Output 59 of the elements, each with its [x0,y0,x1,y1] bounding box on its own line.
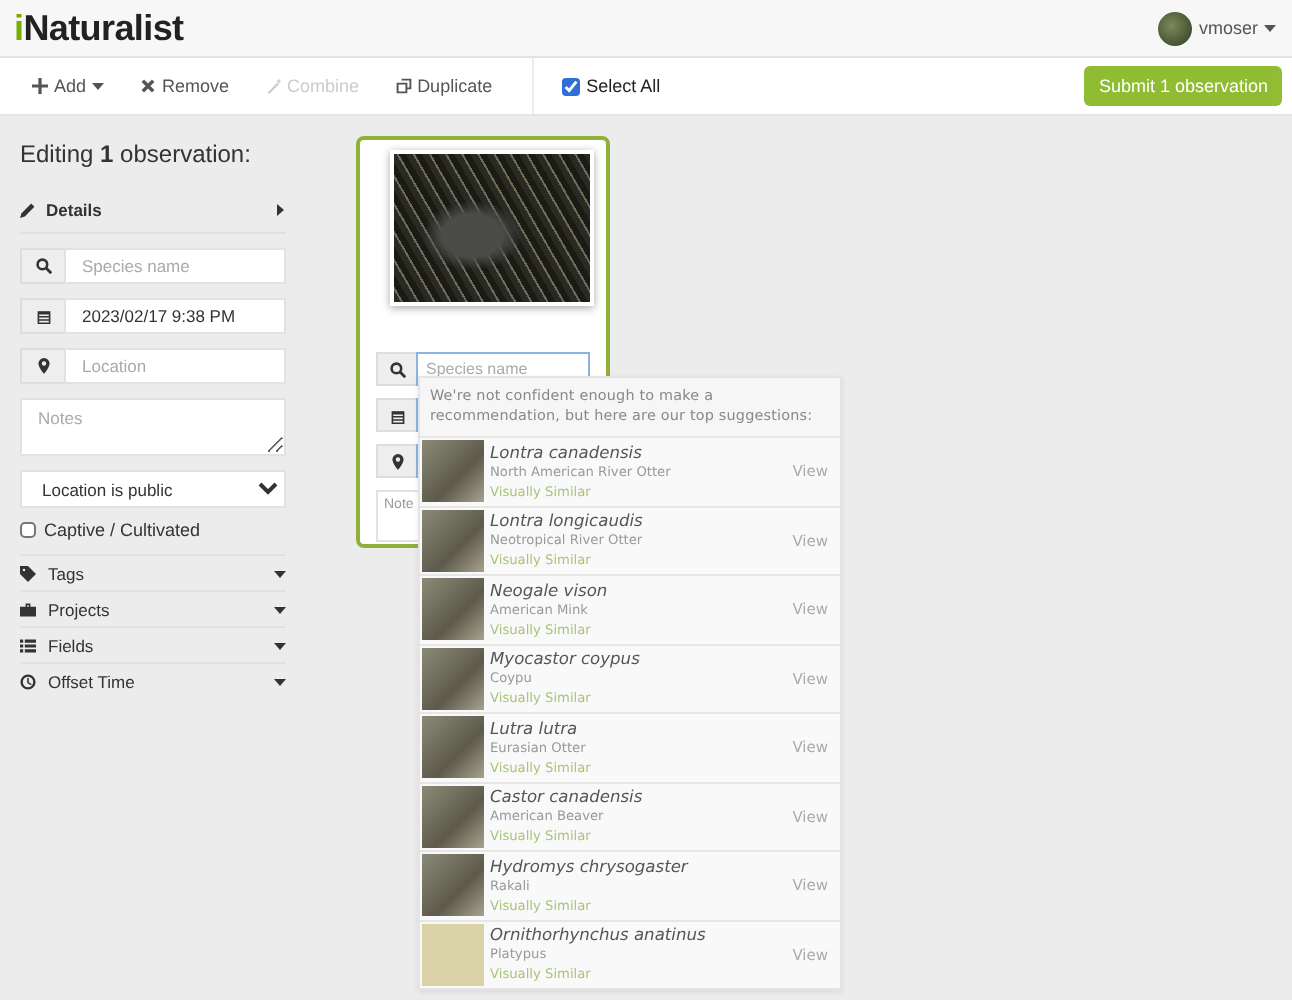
location-pin-icon [389,453,405,469]
inaturalist-logo[interactable]: iNaturalist [14,7,184,49]
caret-icon [274,639,286,651]
taxon-name: Ornithorhynchus anatinus [490,924,708,945]
date-field[interactable]: 2023/02/17 9:38 PM [64,298,286,334]
plus-icon [32,78,48,94]
details-label: Details [46,200,104,220]
notes-field[interactable]: Notes [20,398,286,456]
taxon-name: Myocastor coypus [490,648,642,669]
photo-placeholder [422,647,484,710]
list-icon [20,637,36,653]
section-label: Fields [48,635,96,655]
username-menu[interactable]: vmoser [1198,18,1258,38]
photo-placeholder [422,578,484,641]
taxon-name: Neogale vison [490,579,610,600]
tag-icon [20,565,36,581]
search-icon [35,258,51,274]
taxon-name: Hydromys chrysogaster [490,855,691,876]
caret-icon [92,80,105,92]
editing-heading: Editing 1 observation: [20,140,253,168]
caret-icon [1264,22,1276,34]
location-field[interactable]: Location [64,348,286,384]
wand-icon [265,78,282,94]
section-label: Projects [48,599,112,619]
toolbar-button[interactable]: Duplicate [383,70,505,102]
photo-placeholder [422,785,484,848]
clock-icon [20,673,36,689]
section-toggle[interactable]: Projects [20,590,286,626]
select-all-label[interactable]: Select All [586,76,661,96]
photo-placeholder [422,440,484,503]
caret-icon [274,603,286,615]
select-all-checkbox[interactable] [562,77,581,95]
close-icon [140,78,157,94]
copy-icon [395,78,412,94]
toolbar-button[interactable]: Remove [128,70,242,102]
details-section-header[interactable]: Details [20,192,286,234]
captive-label[interactable]: Captive / Cultivated [44,520,201,540]
captive-checkbox[interactable] [20,522,36,538]
section-toggle[interactable]: Tags [20,554,286,590]
toolbar-button[interactable]: Add [20,70,117,102]
photo-placeholder [422,923,484,986]
photo-placeholder [422,509,484,572]
geoprivacy-dropdown[interactable]: Location is public [20,470,286,508]
section-label: Offset Time [48,671,137,691]
caret-icon [274,204,286,216]
section-label: Tags [48,563,86,583]
section-toggle[interactable]: Fields [20,626,286,662]
location-pin-icon [35,358,51,374]
caret-icon [274,567,286,579]
briefcase-icon [20,601,36,617]
section-toggle[interactable]: Offset Time [20,662,286,698]
pencil-icon [20,202,36,218]
taxon-name: Castor canadensis [490,786,645,807]
taxon-name: Lutra lutra [490,717,580,738]
user-avatar [1158,11,1193,45]
search-icon [389,361,405,377]
photo-placeholder [422,716,484,779]
caret-icon [274,675,286,687]
photo-placeholder [422,854,484,917]
